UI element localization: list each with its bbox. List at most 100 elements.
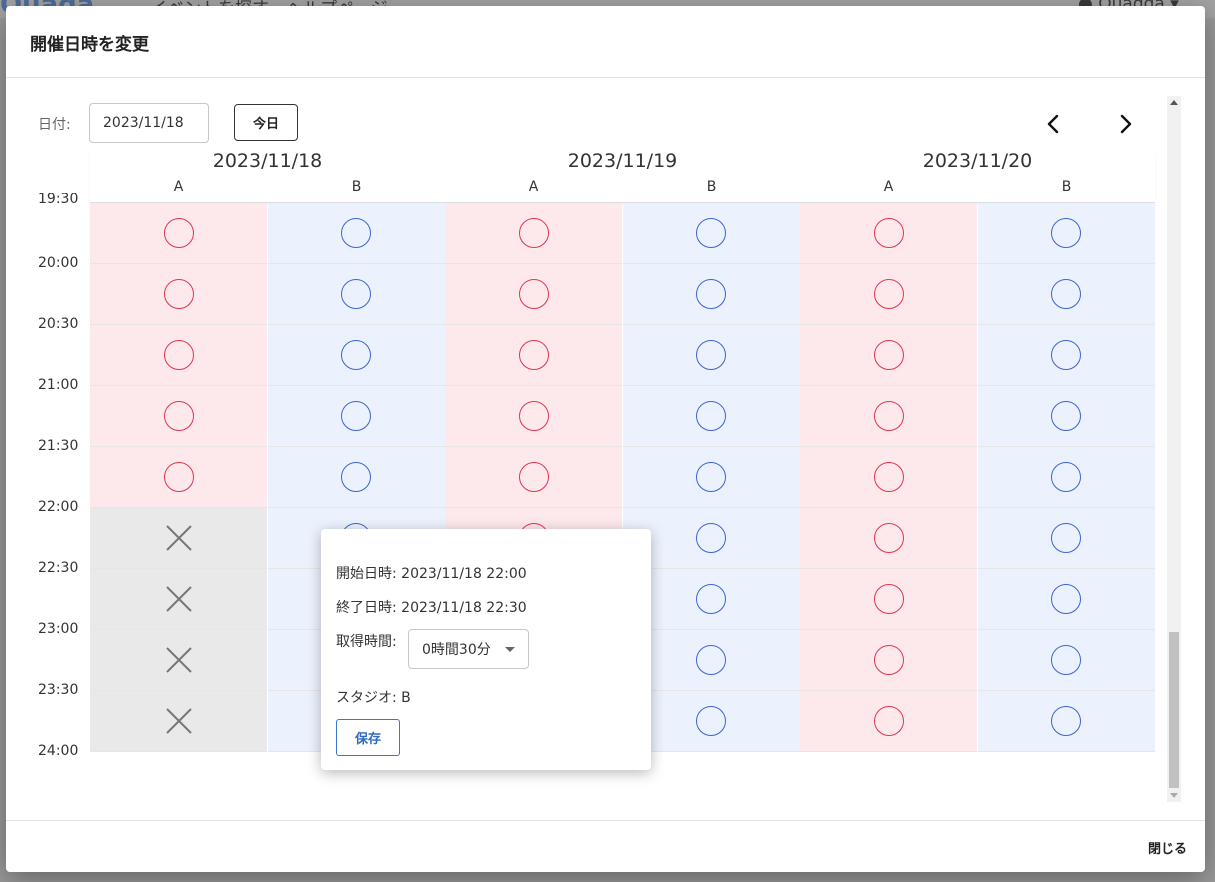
time-slot[interactable] xyxy=(267,386,445,447)
available-circle-icon xyxy=(696,523,726,553)
time-slot[interactable] xyxy=(977,325,1155,386)
time-slot[interactable] xyxy=(267,447,445,508)
time-label: 21:00 xyxy=(38,377,79,393)
studio-info: スタジオ: B xyxy=(336,690,411,706)
available-circle-icon xyxy=(696,340,726,370)
date-label: 日付: xyxy=(38,117,71,133)
time-slot[interactable] xyxy=(90,386,267,447)
time-slot xyxy=(90,508,267,569)
scroll-up-arrow-icon[interactable] xyxy=(1170,100,1178,105)
available-circle-icon xyxy=(518,279,549,309)
start-datetime: 開始日時: 2023/11/18 22:00 xyxy=(336,566,527,582)
time-slot[interactable] xyxy=(977,264,1155,325)
time-slot[interactable] xyxy=(445,325,622,386)
time-slot xyxy=(90,691,267,752)
available-circle-icon xyxy=(518,340,549,370)
time-slot[interactable] xyxy=(977,447,1155,508)
studio-header: A xyxy=(883,179,894,195)
day-header: 2023/11/19 xyxy=(567,150,678,172)
available-circle-icon xyxy=(873,218,904,248)
available-circle-icon xyxy=(163,218,194,248)
save-button[interactable]: 保存 xyxy=(336,719,400,756)
time-slot[interactable] xyxy=(267,264,445,325)
available-circle-icon xyxy=(873,340,904,370)
studio-column xyxy=(977,203,1155,752)
end-datetime: 終了日時: 2023/11/18 22:30 xyxy=(336,600,527,616)
time-slot[interactable] xyxy=(800,569,977,630)
time-label: 20:30 xyxy=(38,316,79,332)
unavailable-x-icon xyxy=(165,586,192,612)
available-circle-icon xyxy=(696,218,726,248)
available-circle-icon xyxy=(518,462,549,492)
slot-booking-popover: 開始日時: 2023/11/18 22:00 終了日時: 2023/11/18 … xyxy=(321,529,651,770)
time-slot[interactable] xyxy=(800,447,977,508)
day-header: 2023/11/20 xyxy=(922,150,1033,172)
date-input[interactable] xyxy=(89,103,209,143)
studio-header: A xyxy=(528,179,539,195)
scroll-thumb[interactable] xyxy=(1169,632,1179,788)
next-days-button[interactable] xyxy=(1107,106,1143,142)
schedule-scrollbar[interactable] xyxy=(1167,96,1181,802)
time-slot[interactable] xyxy=(445,447,622,508)
time-slot[interactable] xyxy=(800,508,977,569)
studio-column xyxy=(800,203,977,752)
time-slot[interactable] xyxy=(800,264,977,325)
close-button[interactable]: 閉じる xyxy=(1148,838,1187,857)
available-circle-icon xyxy=(1051,706,1081,736)
available-circle-icon xyxy=(1051,401,1081,431)
prev-days-button[interactable] xyxy=(1036,106,1072,142)
time-label: 21:30 xyxy=(38,438,79,454)
dialog-footer: 閉じる xyxy=(6,820,1205,872)
time-slot[interactable] xyxy=(977,203,1155,264)
available-circle-icon xyxy=(163,401,194,431)
caret-down-icon xyxy=(505,646,515,652)
time-slot[interactable] xyxy=(90,203,267,264)
time-slot[interactable] xyxy=(267,203,445,264)
time-slot[interactable] xyxy=(800,325,977,386)
time-label: 22:00 xyxy=(38,499,79,515)
time-slot xyxy=(90,569,267,630)
today-button[interactable]: 今日 xyxy=(234,104,298,141)
time-slot[interactable] xyxy=(90,325,267,386)
time-slot[interactable] xyxy=(622,203,800,264)
time-slot[interactable] xyxy=(90,447,267,508)
scroll-down-arrow-icon[interactable] xyxy=(1170,793,1178,798)
available-circle-icon xyxy=(341,462,371,492)
unavailable-x-icon xyxy=(165,525,192,551)
available-circle-icon xyxy=(163,462,194,492)
time-slot[interactable] xyxy=(800,386,977,447)
time-slot[interactable] xyxy=(800,203,977,264)
available-circle-icon xyxy=(1051,279,1081,309)
available-circle-icon xyxy=(341,340,371,370)
available-circle-icon xyxy=(873,401,904,431)
time-slot[interactable] xyxy=(977,630,1155,691)
available-circle-icon xyxy=(341,218,371,248)
time-slot[interactable] xyxy=(977,691,1155,752)
time-slot[interactable] xyxy=(622,447,800,508)
chevron-left-icon xyxy=(1047,114,1059,134)
available-circle-icon xyxy=(873,584,904,614)
time-slot[interactable] xyxy=(977,569,1155,630)
time-slot[interactable] xyxy=(800,691,977,752)
time-slot[interactable] xyxy=(445,264,622,325)
unavailable-x-icon xyxy=(165,647,192,673)
time-slot[interactable] xyxy=(622,264,800,325)
unavailable-x-icon xyxy=(165,708,192,734)
time-slot[interactable] xyxy=(977,386,1155,447)
time-slot[interactable] xyxy=(800,630,977,691)
available-circle-icon xyxy=(696,462,726,492)
time-slot[interactable] xyxy=(90,264,267,325)
time-slot[interactable] xyxy=(445,386,622,447)
available-circle-icon xyxy=(163,279,194,309)
studio-column xyxy=(90,203,267,752)
time-slot[interactable] xyxy=(445,203,622,264)
studio-header: B xyxy=(1061,179,1072,195)
time-slot[interactable] xyxy=(622,325,800,386)
duration-select[interactable]: 0時間30分 xyxy=(408,629,529,669)
time-slot[interactable] xyxy=(622,386,800,447)
available-circle-icon xyxy=(1051,645,1081,675)
time-slot[interactable] xyxy=(267,325,445,386)
duration-value: 0時間30分 xyxy=(422,642,491,658)
available-circle-icon xyxy=(518,401,549,431)
time-slot[interactable] xyxy=(977,508,1155,569)
